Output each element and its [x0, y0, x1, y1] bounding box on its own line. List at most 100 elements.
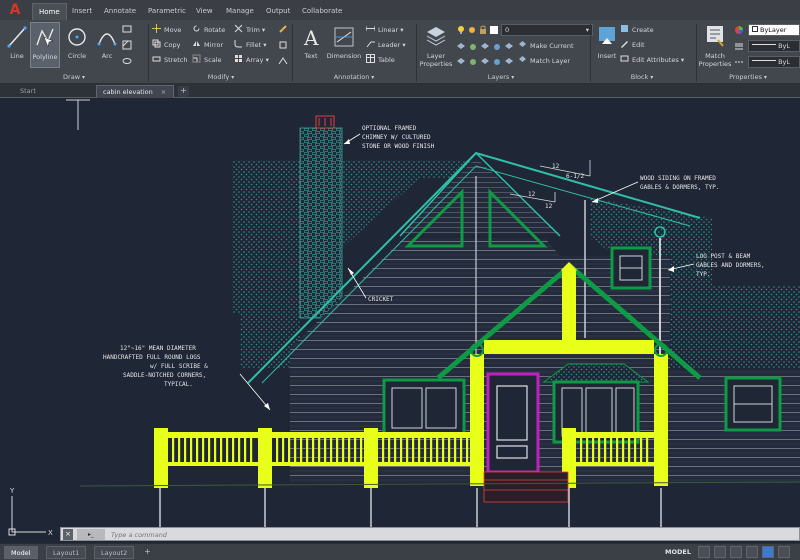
- create-block-icon: [621, 25, 628, 32]
- tab-model[interactable]: Model: [4, 546, 38, 559]
- tab-layout2[interactable]: Layout2: [94, 546, 135, 559]
- linetype-dropdown[interactable]: ByL: [748, 56, 800, 68]
- match-properties-button[interactable]: Match Properties: [698, 22, 732, 68]
- command-history-button[interactable]: ▸_: [77, 529, 105, 540]
- line-tool-button[interactable]: Line: [2, 22, 32, 68]
- table-button[interactable]: Table: [366, 54, 395, 66]
- upper-roof-shingles: [342, 160, 470, 178]
- layer-on-all-icon[interactable]: [492, 57, 502, 67]
- scale-button[interactable]: Scale: [192, 54, 222, 66]
- tab-annotate[interactable]: Annotate: [98, 3, 142, 20]
- layer-walk-icon[interactable]: [492, 42, 502, 52]
- circle-icon: [68, 28, 86, 46]
- draw-panel-title[interactable]: Draw: [0, 71, 148, 83]
- linetype-icon[interactable]: [734, 57, 744, 67]
- polyline-tool-button[interactable]: Polyline: [30, 22, 60, 68]
- color-wheel-icon[interactable]: [734, 25, 744, 35]
- customize-icon[interactable]: [778, 546, 790, 558]
- move-button[interactable]: Move: [152, 24, 181, 36]
- close-command-line-button[interactable]: ×: [63, 529, 73, 540]
- layer-delete-icon[interactable]: [504, 57, 514, 67]
- current-layer-dropdown[interactable]: 0 ▾: [501, 24, 593, 36]
- tab-layout1[interactable]: Layout1: [46, 546, 87, 559]
- new-layout-button[interactable]: +: [142, 547, 153, 558]
- leader-button[interactable]: Leader ▾: [366, 39, 406, 51]
- tab-cabin-elevation[interactable]: cabin elevation ×: [96, 85, 174, 98]
- linear-dimension-button[interactable]: Linear ▾: [366, 24, 404, 36]
- layer-lock-icon[interactable]: [478, 25, 488, 35]
- lineweight-icon[interactable]: [734, 41, 744, 51]
- explode-icon[interactable]: [278, 40, 288, 50]
- tab-parametric[interactable]: Parametric: [142, 3, 192, 20]
- scale-label: Scale: [204, 56, 222, 64]
- cabin-elevation-drawing[interactable]: 12 6-1/2 12 12 OPTIONAL FRAMED CHIMNEY W…: [0, 98, 800, 544]
- properties-panel-title[interactable]: Properties: [696, 71, 800, 83]
- layer-on-bulb-icon[interactable]: [456, 25, 466, 35]
- polar-toggle-icon[interactable]: [746, 546, 758, 558]
- baluster: [208, 438, 211, 462]
- layer-unlock-icon[interactable]: [480, 57, 490, 67]
- tab-collaborate[interactable]: Collaborate: [296, 3, 348, 20]
- model-space-indicator[interactable]: MODEL: [665, 546, 691, 558]
- layers-panel-title[interactable]: Layers: [416, 71, 586, 83]
- layer-isolate-icon[interactable]: [456, 42, 466, 52]
- new-tab-button[interactable]: +: [178, 86, 189, 97]
- annotation-panel-title[interactable]: Annotation: [294, 71, 414, 83]
- create-block-button[interactable]: Create: [620, 24, 654, 36]
- baluster: [418, 438, 421, 462]
- arc-tool-button[interactable]: Arc: [92, 22, 122, 68]
- application-menu-button[interactable]: A: [4, 1, 26, 19]
- panel-separator: [292, 24, 293, 82]
- block-panel-title[interactable]: Block: [590, 71, 694, 83]
- array-button[interactable]: Array ▾: [234, 54, 269, 66]
- text-tool-button[interactable]: A Text: [296, 22, 326, 68]
- layer-merge-icon[interactable]: [504, 42, 514, 52]
- match-layer-button[interactable]: Match Layer: [518, 55, 570, 67]
- rectangle-icon[interactable]: [122, 24, 132, 34]
- baluster: [214, 438, 217, 462]
- fillet-button[interactable]: Fillet ▾: [234, 39, 267, 51]
- mirror-button[interactable]: Mirror: [192, 39, 223, 51]
- rotate-button[interactable]: Rotate: [192, 24, 225, 36]
- hatch-icon[interactable]: [122, 40, 132, 50]
- layer-color-swatch-icon[interactable]: [489, 25, 499, 35]
- layer-previous-icon[interactable]: [456, 57, 466, 67]
- stretch-button[interactable]: Stretch: [152, 54, 187, 66]
- color-dropdown[interactable]: ByLayer: [748, 24, 800, 36]
- ortho-toggle-icon[interactable]: [730, 546, 742, 558]
- erase-icon[interactable]: [278, 24, 288, 34]
- offset-icon[interactable]: [278, 56, 288, 66]
- copy-button[interactable]: Copy: [152, 39, 181, 51]
- tab-output[interactable]: Output: [260, 3, 296, 20]
- lineweight-dropdown[interactable]: ByL: [748, 40, 800, 52]
- trim-button[interactable]: Trim ▾: [234, 24, 265, 36]
- insert-block-button[interactable]: Insert: [592, 22, 622, 68]
- dimension-tool-button[interactable]: Dimension: [326, 22, 362, 68]
- layer-freeze-sun-icon[interactable]: [467, 25, 477, 35]
- baluster: [412, 438, 415, 462]
- make-current-button[interactable]: Make Current: [518, 40, 574, 52]
- osnap-toggle-icon[interactable]: [762, 546, 774, 558]
- layer-unisolate-icon[interactable]: [480, 42, 490, 52]
- baluster: [324, 438, 327, 462]
- snap-toggle-icon[interactable]: [714, 546, 726, 558]
- tab-home[interactable]: Home: [32, 3, 67, 20]
- layer-properties-button[interactable]: Layer Properties: [418, 22, 454, 68]
- edit-attributes-button[interactable]: Edit Attributes ▾: [620, 54, 684, 66]
- tab-start[interactable]: Start: [14, 85, 94, 98]
- circle-tool-button[interactable]: Circle: [62, 22, 92, 68]
- drawing-canvas[interactable]: 12 6-1/2 12 12 OPTIONAL FRAMED CHIMNEY W…: [0, 98, 800, 544]
- edit-block-button[interactable]: Edit: [620, 39, 645, 51]
- layer-off-icon[interactable]: [468, 42, 478, 52]
- baluster: [178, 438, 181, 462]
- layer-thaw-icon[interactable]: [468, 57, 478, 67]
- array-icon: [235, 55, 242, 62]
- close-icon[interactable]: ×: [161, 88, 166, 96]
- tab-insert[interactable]: Insert: [66, 3, 98, 20]
- modify-panel-title[interactable]: Modify: [150, 71, 292, 83]
- tab-manage[interactable]: Manage: [220, 3, 260, 20]
- command-input[interactable]: [111, 529, 791, 540]
- grid-toggle-icon[interactable]: [698, 546, 710, 558]
- tab-view[interactable]: View: [190, 3, 219, 20]
- ellipse-icon[interactable]: [122, 56, 132, 66]
